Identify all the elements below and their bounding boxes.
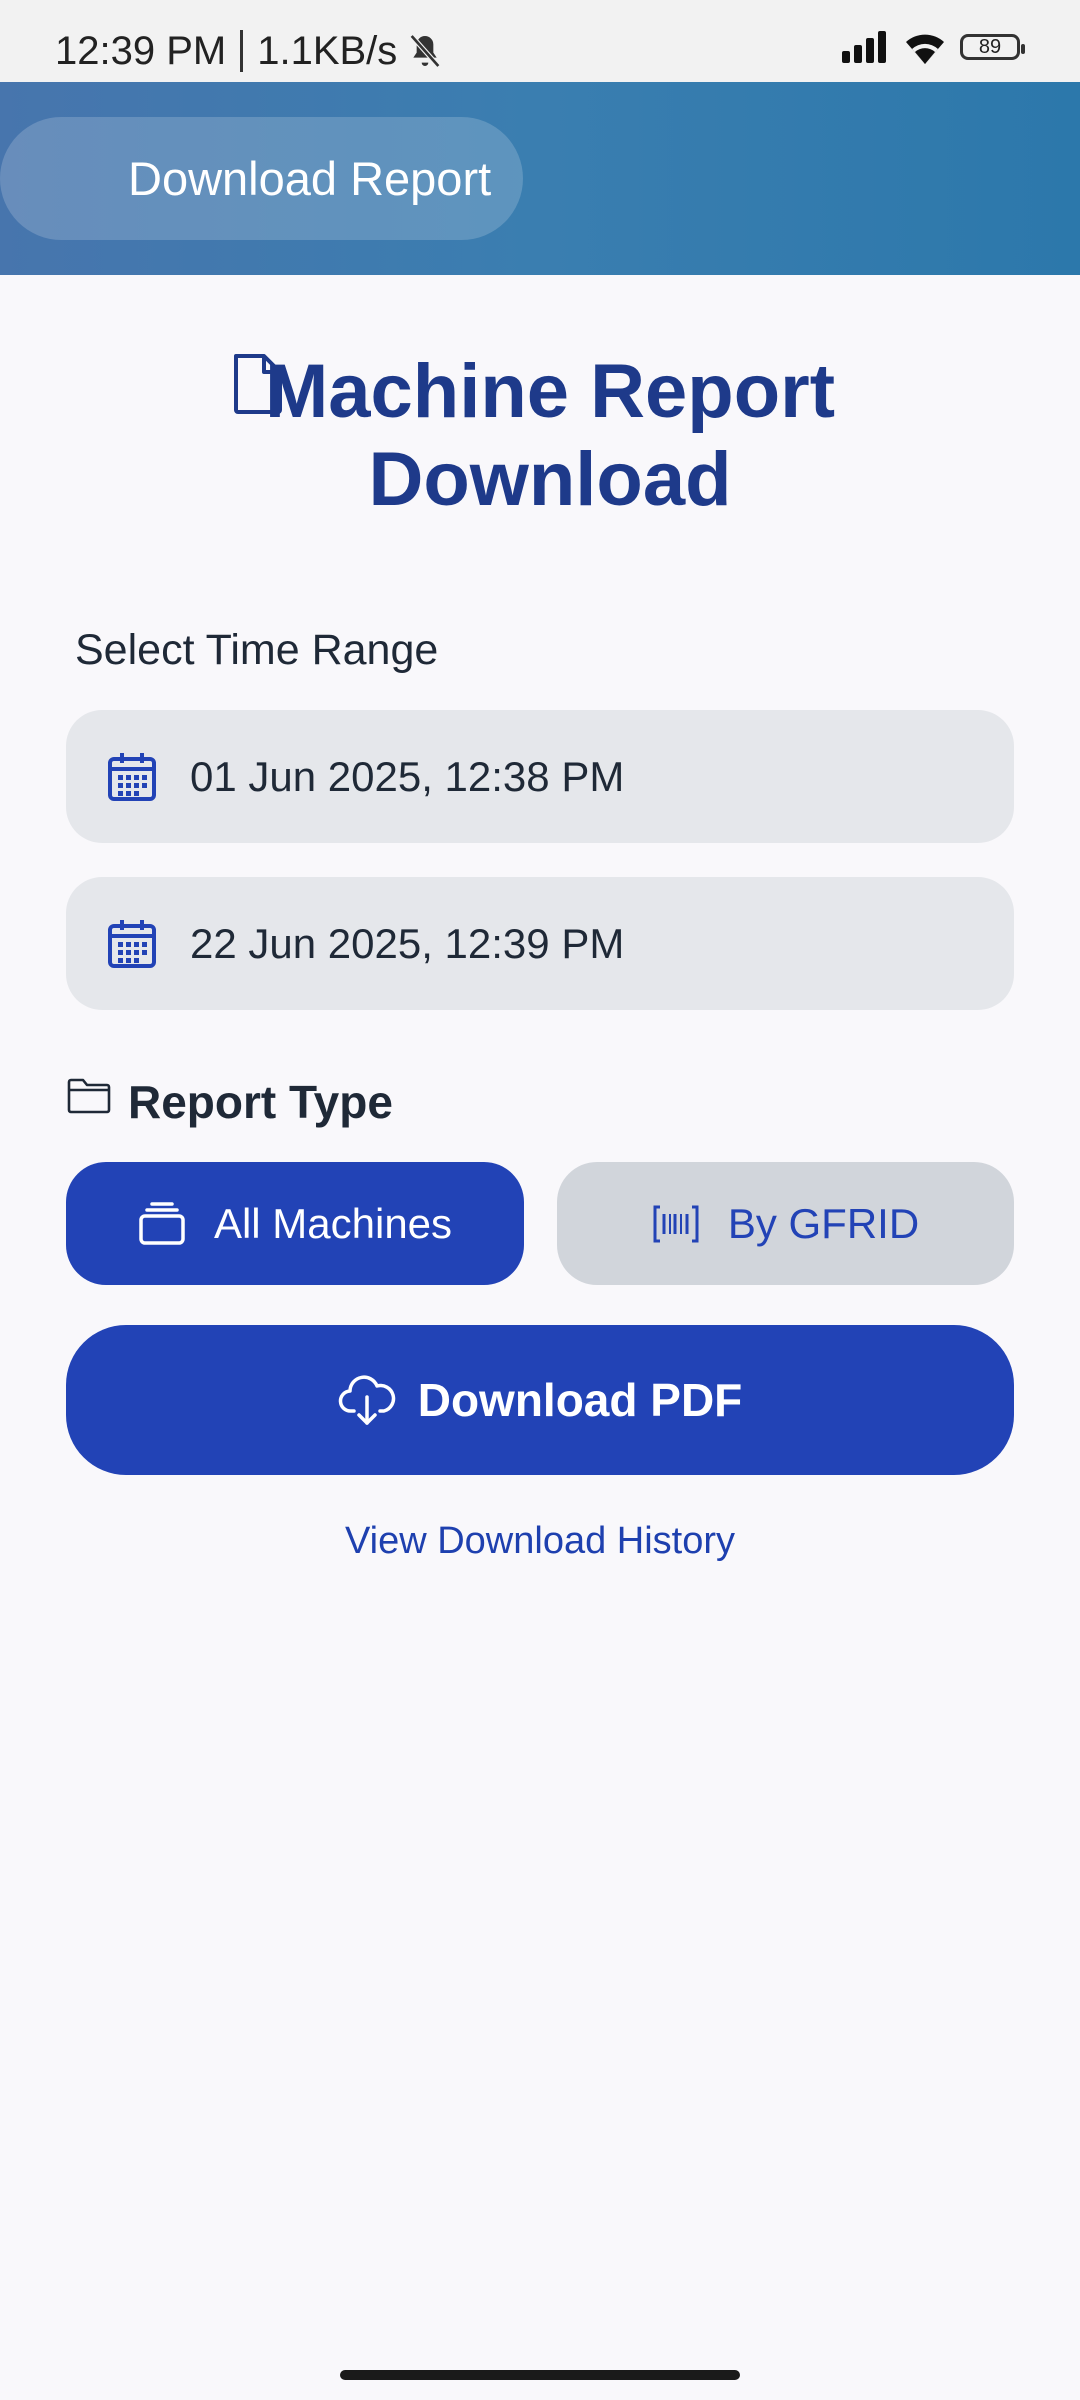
signal-icon [842,31,886,63]
cloud-download-icon [338,1375,395,1425]
status-time: 12:39 PM [55,29,227,73]
wifi-icon [906,34,944,64]
stack-icon [139,1201,185,1245]
battery-icon: 89 [960,34,1025,60]
home-indicator[interactable] [340,2370,740,2380]
download-pdf-button[interactable]: Download PDF [66,1325,1014,1475]
header-title: Download Report [128,152,492,205]
end-date-value: 22 Jun 2025, 12:39 PM [190,919,625,967]
all-machines-button[interactable]: All Machines [66,1162,524,1285]
page-title-line1: Machine Report [264,349,836,434]
status-separator [240,30,244,72]
start-date-value: 01 Jun 2025, 12:38 PM [190,752,625,800]
battery-level: 89 [978,35,1002,58]
calendar-icon [108,752,156,801]
barcode-icon [653,1205,699,1242]
mute-bell-icon [410,34,441,68]
status-right: 89 [840,30,1025,64]
page-title: Machine Report Download [0,348,1080,524]
status-bar: 12:39 PM 1.1KB/s 89 [0,0,1080,82]
end-date-field[interactable]: 22 Jun 2025, 12:39 PM [66,877,1014,1010]
start-date-field[interactable]: 01 Jun 2025, 12:38 PM [66,710,1014,843]
time-range-label: Select Time Range [75,626,439,674]
calendar-icon [108,919,156,968]
folder-icon [67,1078,111,1114]
network-speed: 1.1KB/s [257,29,398,73]
by-gfrid-button[interactable]: By GFRID [557,1162,1014,1285]
status-left: 12:39 PM 1.1KB/s [55,30,445,72]
report-type-label: Report Type [128,1076,393,1128]
report-type-heading: Report Type [66,1075,393,1129]
all-machines-label: All Machines [213,1199,453,1247]
header-back-pill[interactable]: Download Report [0,117,523,240]
view-download-history-link[interactable]: View Download History [0,1520,1080,1563]
by-gfrid-label: By GFRID [727,1199,920,1247]
download-pdf-label: Download PDF [417,1374,743,1426]
page-title-line2: Download [368,437,732,522]
